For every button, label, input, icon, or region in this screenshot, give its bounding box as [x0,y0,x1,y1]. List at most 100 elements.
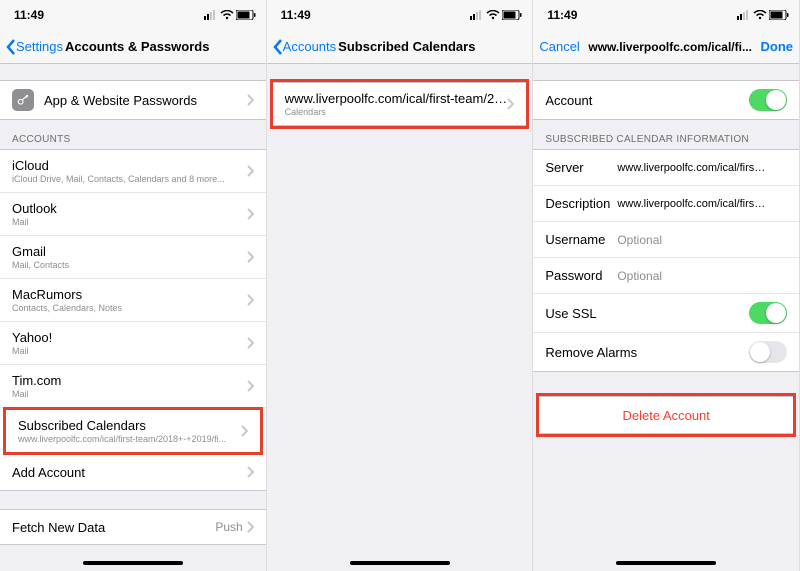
row-detail: Mail [12,389,247,399]
nav-bar: Accounts Subscribed Calendars [267,30,533,64]
row-detail: iCloud Drive, Mail, Contacts, Calendars … [12,174,247,184]
row-detail: Mail [12,346,247,356]
row-label: Account [545,93,749,108]
chevron-left-icon [273,39,283,55]
row-label: Gmail [12,244,247,259]
info-header: SUBSCRIBED CALENDAR INFORMATION [533,120,799,149]
row-label: App & Website Passwords [44,93,247,108]
chevron-right-icon [241,425,248,437]
account-macrumors[interactable]: MacRumors Contacts, Calendars, Notes [0,279,266,322]
pane-subscribed-calendars: 11:49 Accounts Subscribed Calendars www.… [267,0,534,571]
password-placeholder: Optional [617,269,767,283]
status-time: 11:49 [547,8,577,22]
ssl-toggle[interactable] [749,302,787,324]
alarms-row: Remove Alarms [533,333,799,371]
status-time: 11:49 [281,8,311,22]
account-gmail[interactable]: Gmail Mail, Contacts [0,236,266,279]
back-button[interactable]: Accounts [273,39,336,55]
back-button[interactable]: Settings [6,39,63,55]
wifi-icon [220,10,234,20]
row-label: Server [545,160,617,175]
alarms-toggle[interactable] [749,341,787,363]
account-subscribed-calendars[interactable]: Subscribed Calendars www.liverpoolfc.com… [6,410,260,452]
home-indicator[interactable] [83,561,183,565]
row-label: Password [545,268,617,283]
cancel-button[interactable]: Cancel [539,39,579,54]
app-website-passwords-row[interactable]: App & Website Passwords [0,81,266,119]
account-timcom[interactable]: Tim.com Mail [0,365,266,408]
row-detail: Contacts, Calendars, Notes [12,303,247,313]
row-label: Username [545,232,617,247]
row-label: MacRumors [12,287,247,302]
status-icons [737,10,789,20]
ssl-row: Use SSL [533,294,799,333]
highlight-subscribed-calendars: Subscribed Calendars www.liverpoolfc.com… [3,407,263,455]
row-detail: Mail [12,217,247,227]
status-icons [470,10,522,20]
chevron-right-icon [247,94,254,106]
chevron-right-icon [247,165,254,177]
chevron-right-icon [247,466,254,478]
row-detail: Mail, Contacts [12,260,247,270]
account-outlook[interactable]: Outlook Mail [0,193,266,236]
chevron-right-icon [507,98,514,110]
delete-label: Delete Account [551,408,781,423]
account-toggle[interactable] [749,89,787,111]
row-label: Use SSL [545,306,749,321]
battery-icon [502,10,522,20]
row-detail: www.liverpoolfc.com/ical/first-team/2018… [18,434,241,444]
password-row[interactable]: Password Optional [533,258,799,294]
chevron-right-icon [247,337,254,349]
highlight-delete: Delete Account [536,393,796,437]
chevron-right-icon [247,208,254,220]
description-row[interactable]: Description www.liverpoolfc.com/ical/fir… [533,186,799,222]
row-value: Push [215,520,242,534]
highlight-calendar-item: www.liverpoolfc.com/ical/first-team/201.… [270,79,530,129]
row-label: Yahoo! [12,330,247,345]
back-label: Settings [16,39,63,54]
signal-icon [470,10,484,20]
nav-title: www.liverpoolfc.com/ical/fi... [580,40,761,54]
chevron-right-icon [247,521,254,533]
done-button[interactable]: Done [761,39,794,54]
fetch-new-data-row[interactable]: Fetch New Data Push [0,509,266,545]
server-row[interactable]: Server www.liverpoolfc.com/ical/first-te… [533,150,799,186]
wifi-icon [753,10,767,20]
account-icloud[interactable]: iCloud iCloud Drive, Mail, Contacts, Cal… [0,150,266,193]
home-indicator[interactable] [616,561,716,565]
nav-bar: Cancel www.liverpoolfc.com/ical/fi... Do… [533,30,799,64]
signal-icon [204,10,218,20]
nav-title: Subscribed Calendars [338,39,475,54]
account-toggle-row: Account [533,81,799,119]
nav-bar: Settings Accounts & Passwords [0,30,266,64]
home-indicator[interactable] [350,561,450,565]
wifi-icon [486,10,500,20]
signal-icon [737,10,751,20]
battery-icon [236,10,256,20]
pane-accounts-passwords: 11:49 Settings Accounts & Passwords App … [0,0,267,571]
add-account-row[interactable]: Add Account [0,454,266,490]
status-time: 11:49 [14,8,44,22]
row-label: www.liverpoolfc.com/ical/first-team/201.… [285,91,508,106]
row-detail: Calendars [285,107,508,117]
delete-account-button[interactable]: Delete Account [539,397,793,433]
chevron-right-icon [247,294,254,306]
row-label: Add Account [12,465,247,480]
calendar-item[interactable]: www.liverpoolfc.com/ical/first-team/201.… [273,83,527,125]
status-bar: 11:49 [533,0,799,30]
username-placeholder: Optional [617,233,767,247]
status-icons [204,10,256,20]
account-yahoo[interactable]: Yahoo! Mail [0,322,266,365]
nav-title: Accounts & Passwords [65,39,210,54]
chevron-right-icon [247,251,254,263]
status-bar: 11:49 [0,0,266,30]
status-bar: 11:49 [267,0,533,30]
chevron-right-icon [247,380,254,392]
username-row[interactable]: Username Optional [533,222,799,258]
key-icon [12,89,34,111]
row-label: iCloud [12,158,247,173]
row-label: Subscribed Calendars [18,418,241,433]
description-value: www.liverpoolfc.com/ical/first-team/... [617,198,767,210]
content: www.liverpoolfc.com/ical/first-team/201.… [267,64,533,571]
content: App & Website Passwords ACCOUNTS iCloud … [0,64,266,571]
